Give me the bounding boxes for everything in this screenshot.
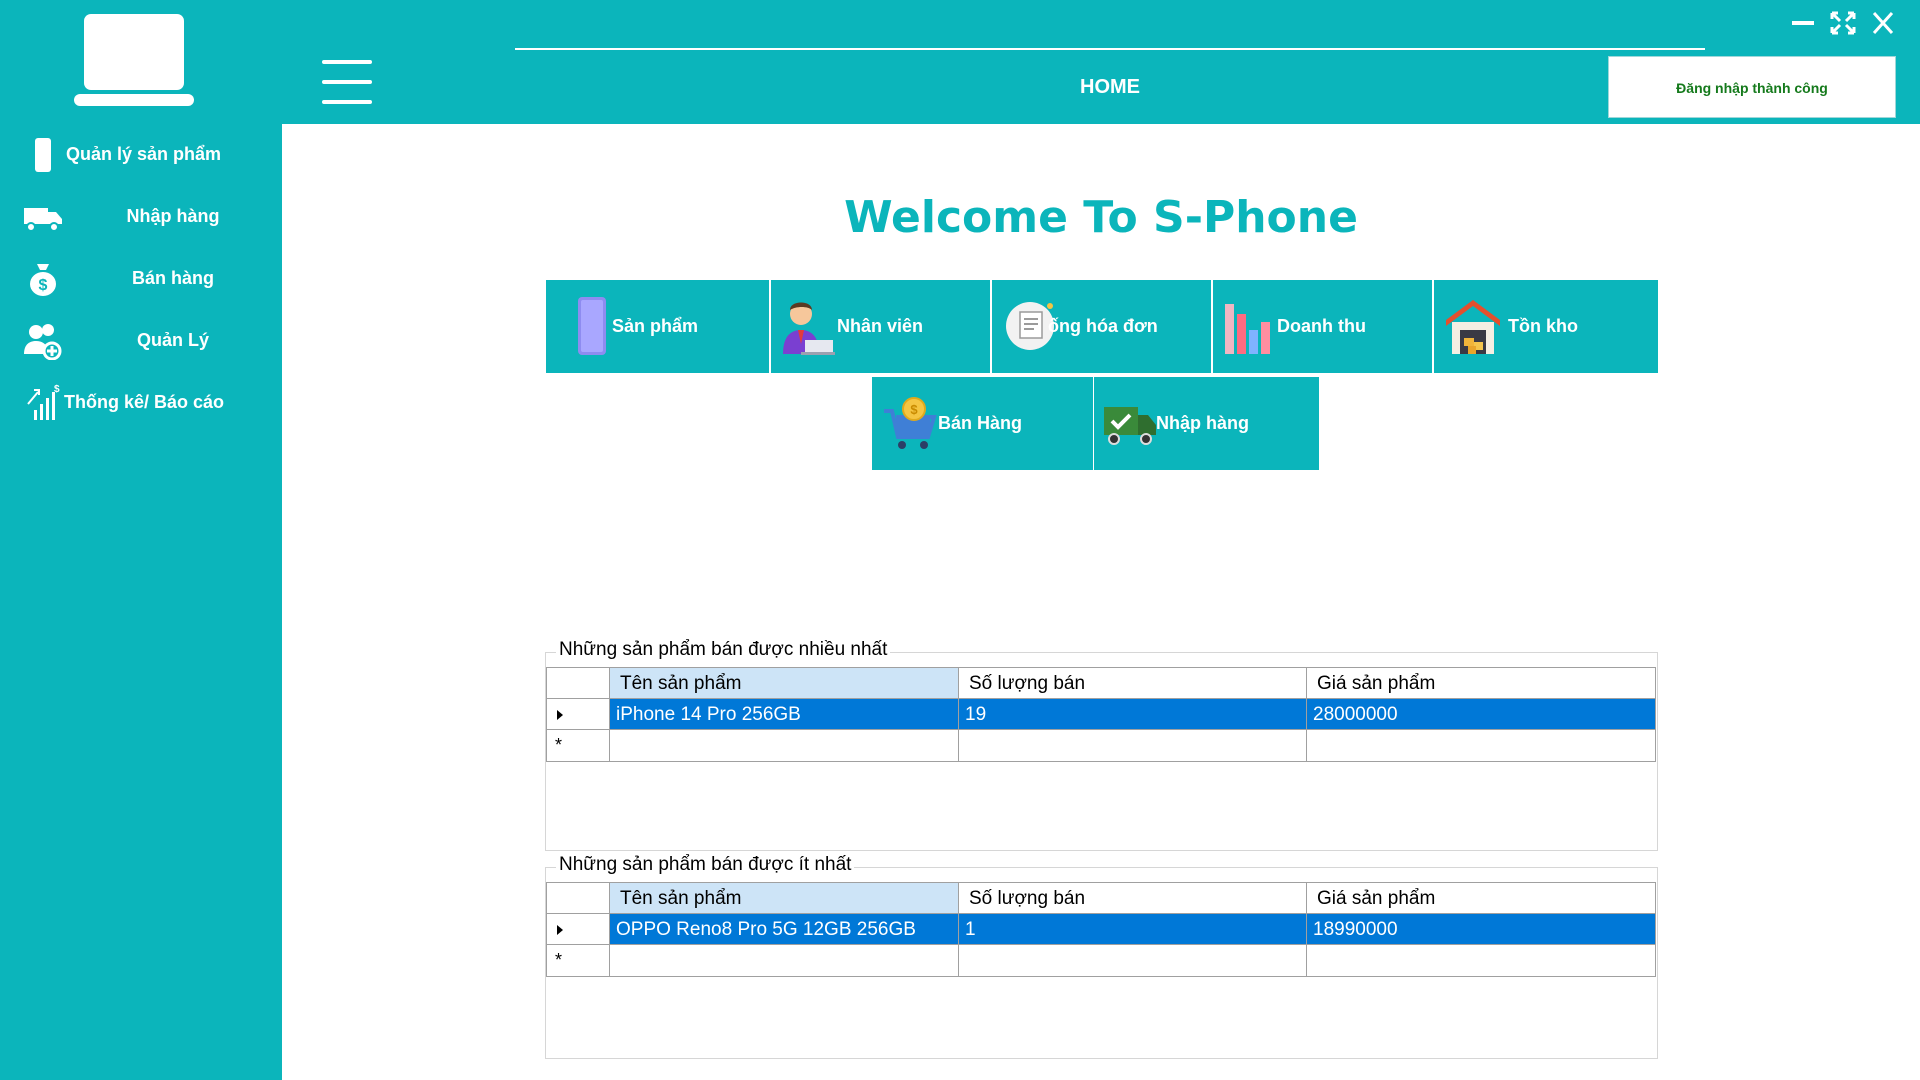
best-sellers-grid[interactable]: Tên sản phẩm Số lượng bán Giá sản phẩm i… bbox=[546, 667, 1656, 762]
delivery-truck-icon bbox=[1104, 407, 1156, 445]
sidebar-item-label: Quản Lý bbox=[136, 330, 209, 350]
tile-label: Sản phẩm bbox=[612, 316, 699, 336]
header-bar: HOME Đăng nhập thành công bbox=[282, 0, 1920, 124]
money-bag-icon: $ bbox=[30, 264, 56, 296]
svg-text:$: $ bbox=[39, 277, 48, 294]
laptop-logo-icon bbox=[74, 14, 194, 106]
row-selector[interactable]: * bbox=[547, 945, 610, 976]
table-row[interactable]: OPPO Reno8 Pro 5G 12GB 256GB 1 18990000 bbox=[547, 914, 1655, 945]
cell-product-name[interactable] bbox=[610, 730, 959, 761]
row-selector[interactable]: * bbox=[547, 730, 610, 761]
cell-price[interactable]: 28000000 bbox=[1307, 699, 1655, 730]
tile-label: Nhân viên bbox=[837, 316, 924, 336]
sidebar: Quản lý sản phẩm Nhập hàng $ Bán hàng Qu… bbox=[0, 0, 282, 1080]
row-selector[interactable] bbox=[547, 699, 610, 730]
sidebar-item-product-management[interactable]: Quản lý sản phẩm bbox=[0, 128, 282, 180]
sidebar-item-management[interactable]: Quản Lý bbox=[0, 314, 282, 366]
welcome-title: Welcome To S-Phone bbox=[844, 192, 1358, 243]
tile-invoices[interactable]: ống hóa đơn bbox=[992, 280, 1211, 373]
sidebar-item-label: Quản lý sản phẩm bbox=[66, 144, 222, 164]
tile-import[interactable]: Nhập hàng bbox=[1094, 377, 1319, 470]
page-title: HOME bbox=[1080, 76, 1140, 98]
shopping-cart-icon: $ bbox=[884, 397, 937, 449]
cell-product-name[interactable]: OPPO Reno8 Pro 5G 12GB 256GB bbox=[610, 914, 959, 945]
current-row-arrow-icon bbox=[557, 710, 563, 720]
best-sellers-groupbox: Những sản phẩm bán được nhiều nhất Tên s… bbox=[545, 639, 1658, 851]
row-header-corner bbox=[547, 668, 610, 699]
tile-label: ống hóa đơn bbox=[1048, 316, 1158, 336]
current-row-arrow-icon bbox=[557, 925, 563, 935]
sidebar-item-label: Nhập hàng bbox=[126, 206, 220, 226]
cell-price[interactable]: 18990000 bbox=[1307, 914, 1655, 945]
worst-sellers-title: Những sản phẩm bán được ít nhất bbox=[556, 854, 855, 876]
row-header-corner bbox=[547, 883, 610, 914]
column-header-product-name[interactable]: Tên sản phẩm bbox=[610, 668, 959, 699]
cell-product-name[interactable] bbox=[610, 945, 959, 976]
column-header-quantity-sold[interactable]: Số lượng bán bbox=[959, 883, 1307, 914]
worst-sellers-groupbox: Những sản phẩm bán được ít nhất Tên sản … bbox=[545, 854, 1658, 1059]
tile-employees[interactable]: Nhân viên bbox=[771, 280, 990, 373]
tile-inventory[interactable]: Tồn kho bbox=[1434, 280, 1658, 373]
column-header-price[interactable]: Giá sản phẩm bbox=[1307, 883, 1655, 914]
cell-quantity-sold[interactable] bbox=[959, 730, 1307, 761]
tile-products[interactable]: Sản phẩm bbox=[546, 280, 769, 373]
warehouse-icon bbox=[1446, 300, 1500, 354]
sidebar-item-import[interactable]: Nhập hàng bbox=[0, 190, 282, 242]
login-status-label: Đăng nhập thành công bbox=[1608, 56, 1896, 118]
tile-label: Nhập hàng bbox=[1156, 413, 1249, 433]
phone-icon bbox=[35, 138, 51, 172]
tile-label: Bán Hàng bbox=[938, 413, 1023, 433]
close-icon[interactable] bbox=[1868, 10, 1898, 36]
header-divider bbox=[515, 48, 1705, 50]
row-selector[interactable] bbox=[547, 914, 610, 945]
worst-sellers-grid[interactable]: Tên sản phẩm Số lượng bán Giá sản phẩm O… bbox=[546, 882, 1656, 977]
sidebar-item-label: Bán hàng bbox=[131, 268, 214, 288]
column-header-price[interactable]: Giá sản phẩm bbox=[1307, 668, 1655, 699]
bar-chart-icon bbox=[1225, 304, 1270, 354]
tile-label: Doanh thu bbox=[1277, 316, 1366, 336]
new-row-marker: * bbox=[555, 735, 563, 755]
tile-revenue[interactable]: Doanh thu bbox=[1213, 280, 1432, 373]
best-sellers-title: Những sản phẩm bán được nhiều nhất bbox=[556, 639, 891, 661]
hamburger-menu-icon[interactable] bbox=[322, 60, 372, 104]
minimize-icon[interactable] bbox=[1788, 10, 1818, 36]
sidebar-item-sales[interactable]: $ Bán hàng bbox=[0, 252, 282, 304]
column-header-product-name[interactable]: Tên sản phẩm bbox=[610, 883, 959, 914]
employee-icon bbox=[783, 302, 835, 355]
new-row[interactable]: * bbox=[547, 945, 1655, 976]
new-row-marker: * bbox=[555, 950, 563, 970]
grid-header-row: Tên sản phẩm Số lượng bán Giá sản phẩm bbox=[547, 883, 1655, 914]
cell-price[interactable] bbox=[1307, 945, 1655, 976]
maximize-icon[interactable] bbox=[1828, 10, 1858, 36]
column-header-quantity-sold[interactable]: Số lượng bán bbox=[959, 668, 1307, 699]
svg-text:$: $ bbox=[910, 402, 918, 417]
sidebar-item-label: Thống kê/ Báo cáo bbox=[64, 392, 225, 412]
cell-quantity-sold[interactable]: 19 bbox=[959, 699, 1307, 730]
tile-label: Tồn kho bbox=[1508, 316, 1578, 336]
new-row[interactable]: * bbox=[547, 730, 1655, 761]
sidebar-item-statistics[interactable]: $ Thống kê/ Báo cáo bbox=[0, 376, 282, 428]
grid-header-row: Tên sản phẩm Số lượng bán Giá sản phẩm bbox=[547, 668, 1655, 699]
truck-icon bbox=[24, 208, 62, 232]
users-add-icon bbox=[24, 324, 62, 360]
tile-sell[interactable]: $ Bán Hàng bbox=[872, 377, 1093, 470]
cell-product-name[interactable]: iPhone 14 Pro 256GB bbox=[610, 699, 959, 730]
svg-text:$: $ bbox=[54, 384, 60, 395]
cell-quantity-sold[interactable]: 1 bbox=[959, 914, 1307, 945]
cell-quantity-sold[interactable] bbox=[959, 945, 1307, 976]
cell-price[interactable] bbox=[1307, 730, 1655, 761]
stats-icon: $ bbox=[27, 384, 60, 420]
table-row[interactable]: iPhone 14 Pro 256GB 19 28000000 bbox=[547, 699, 1655, 730]
